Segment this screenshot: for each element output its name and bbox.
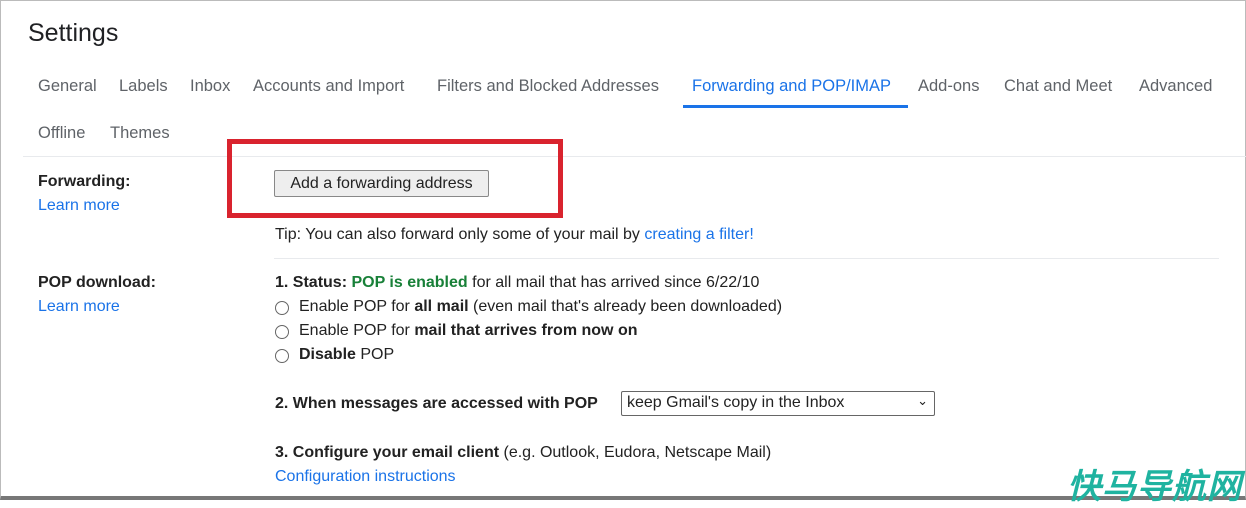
radio-enable-all-mail[interactable] xyxy=(275,301,289,315)
configuration-instructions-link[interactable]: Configuration instructions xyxy=(275,468,456,486)
status-value: POP is enabled xyxy=(351,274,468,291)
tab-labels[interactable]: Labels xyxy=(119,77,168,96)
configure-label: 3. Configure your email client xyxy=(275,444,500,461)
tab-general[interactable]: General xyxy=(38,77,97,96)
tab-add-ons[interactable]: Add-ons xyxy=(918,77,979,96)
forwarding-tip: Tip: You can also forward only some of y… xyxy=(275,226,754,244)
opt-bold: mail that arrives from now on xyxy=(414,322,638,339)
select-value: keep Gmail's copy in the Inbox xyxy=(627,394,845,411)
creating-filter-link[interactable]: creating a filter! xyxy=(644,226,753,243)
configure-client: 3. Configure your email client (e.g. Out… xyxy=(275,444,771,462)
divider xyxy=(23,156,1246,157)
option-enable-all-mail: Enable POP for all mail (even mail that'… xyxy=(299,298,782,316)
pop-learn-more-link[interactable]: Learn more xyxy=(38,298,120,316)
opt-bold: all mail xyxy=(414,298,469,315)
forwarding-learn-more-link[interactable]: Learn more xyxy=(38,197,120,215)
opt-bold: Disable xyxy=(299,346,356,363)
tab-chat-and-meet[interactable]: Chat and Meet xyxy=(1004,77,1112,96)
tip-text: Tip: You can also forward only some of y… xyxy=(275,226,645,243)
active-tab-indicator xyxy=(683,105,908,108)
access-label: 2. When messages are accessed with POP xyxy=(275,395,598,412)
opt-text: Enable POP for xyxy=(299,298,415,315)
tab-themes[interactable]: Themes xyxy=(110,124,170,143)
tab-inbox[interactable]: Inbox xyxy=(190,77,230,96)
chevron-down-icon: ⌄ xyxy=(917,393,928,408)
opt-text: POP xyxy=(355,346,395,363)
forwarding-label: Forwarding: xyxy=(38,173,131,190)
pop-status: 1. Status: POP is enabled for all mail t… xyxy=(275,274,759,292)
radio-disable-pop[interactable] xyxy=(275,349,289,363)
tab-forwarding-pop-imap[interactable]: Forwarding and POP/IMAP xyxy=(692,77,891,96)
pop-access-select[interactable]: keep Gmail's copy in the Inbox ⌄ xyxy=(621,391,935,416)
watermark: 快马导航网 xyxy=(1067,468,1242,506)
option-enable-from-now: Enable POP for mail that arrives from no… xyxy=(299,322,637,340)
tab-filters[interactable]: Filters and Blocked Addresses xyxy=(437,77,659,96)
opt-text: (even mail that's already been downloade… xyxy=(468,298,783,315)
configure-suffix: (e.g. Outlook, Eudora, Netscape Mail) xyxy=(499,444,772,461)
opt-text: Enable POP for xyxy=(299,322,415,339)
divider xyxy=(274,258,1219,259)
option-disable-pop: Disable POP xyxy=(299,346,394,364)
tab-accounts-and-import[interactable]: Accounts and Import xyxy=(253,77,404,96)
tab-advanced[interactable]: Advanced xyxy=(1139,77,1212,96)
radio-enable-from-now-on[interactable] xyxy=(275,325,289,339)
tab-offline[interactable]: Offline xyxy=(38,124,85,143)
status-suffix: for all mail that has arrived since 6/22… xyxy=(467,274,760,291)
highlight-box xyxy=(227,139,563,218)
pop-download-label: POP download: xyxy=(38,274,156,291)
status-prefix: 1. Status: xyxy=(275,274,352,291)
page-title: Settings xyxy=(28,19,119,47)
